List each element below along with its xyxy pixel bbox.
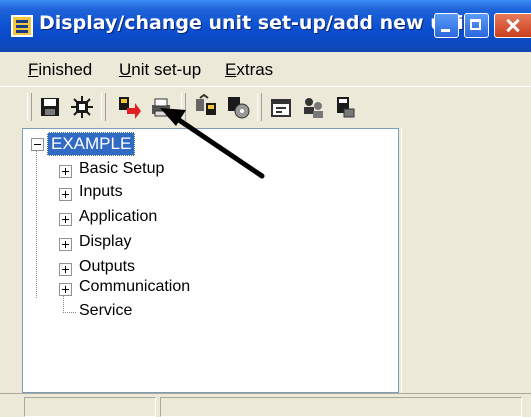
tree-node-label[interactable]: Application [79, 208, 157, 226]
window-title: Display/change unit set-up/add new unit [39, 12, 473, 34]
minimize-button[interactable] [434, 13, 459, 38]
status-pane [160, 397, 522, 417]
tree-root-example[interactable]: EXAMPLE [47, 132, 136, 156]
left-border [0, 128, 22, 417]
unit-tree-view[interactable]: EXAMPLE Basic Setup Inputs Application D… [22, 128, 399, 393]
status-pane [24, 397, 156, 417]
expand-toggle[interactable] [59, 283, 72, 296]
tree-node-label[interactable]: Basic Setup [79, 160, 164, 178]
tree-leaf-label[interactable]: Service [79, 302, 132, 320]
menu-unit-setup[interactable]: Unit set-up [119, 60, 201, 80]
download-icon[interactable] [116, 94, 142, 120]
device-icon[interactable] [332, 94, 358, 120]
tree-connector-line [36, 150, 38, 298]
toolbar-separator [181, 93, 186, 121]
close-button[interactable] [494, 13, 531, 38]
tree-node-label[interactable]: Display [79, 233, 131, 251]
toolbar [0, 86, 531, 129]
upload-icon[interactable] [193, 94, 219, 120]
maximize-button[interactable] [464, 13, 489, 38]
title-bar[interactable]: Display/change unit set-up/add new unit [0, 0, 531, 52]
app-icon[interactable] [11, 15, 33, 37]
print-icon[interactable] [148, 94, 174, 120]
expand-toggle[interactable] [59, 165, 72, 178]
tree-node-label[interactable]: Inputs [79, 183, 123, 201]
tree-node-label[interactable]: Communication [79, 278, 190, 296]
menu-extras[interactable]: Extras [225, 60, 273, 80]
status-bar [0, 393, 531, 417]
toolbar-separator [257, 93, 262, 121]
expand-toggle[interactable] [59, 263, 72, 276]
detail-panel [401, 128, 531, 393]
settings-icon[interactable] [69, 94, 95, 120]
properties-icon[interactable] [268, 94, 294, 120]
toolbar-grip[interactable] [27, 93, 32, 121]
menu-bar: Finished Unit set-up Extras [0, 52, 531, 87]
collapse-toggle[interactable] [31, 138, 44, 151]
app-window: Display/change unit set-up/add new unit … [0, 0, 531, 417]
tree-node-label[interactable]: Outputs [79, 258, 135, 276]
disc-icon[interactable] [225, 94, 251, 120]
expand-toggle[interactable] [59, 238, 72, 251]
tree-connector-line [63, 296, 76, 313]
save-icon[interactable] [37, 94, 63, 120]
users-icon[interactable] [300, 94, 326, 120]
toolbar-separator [101, 93, 106, 121]
expand-toggle[interactable] [59, 213, 72, 226]
expand-toggle[interactable] [59, 188, 72, 201]
menu-finished[interactable]: Finished [28, 60, 92, 80]
